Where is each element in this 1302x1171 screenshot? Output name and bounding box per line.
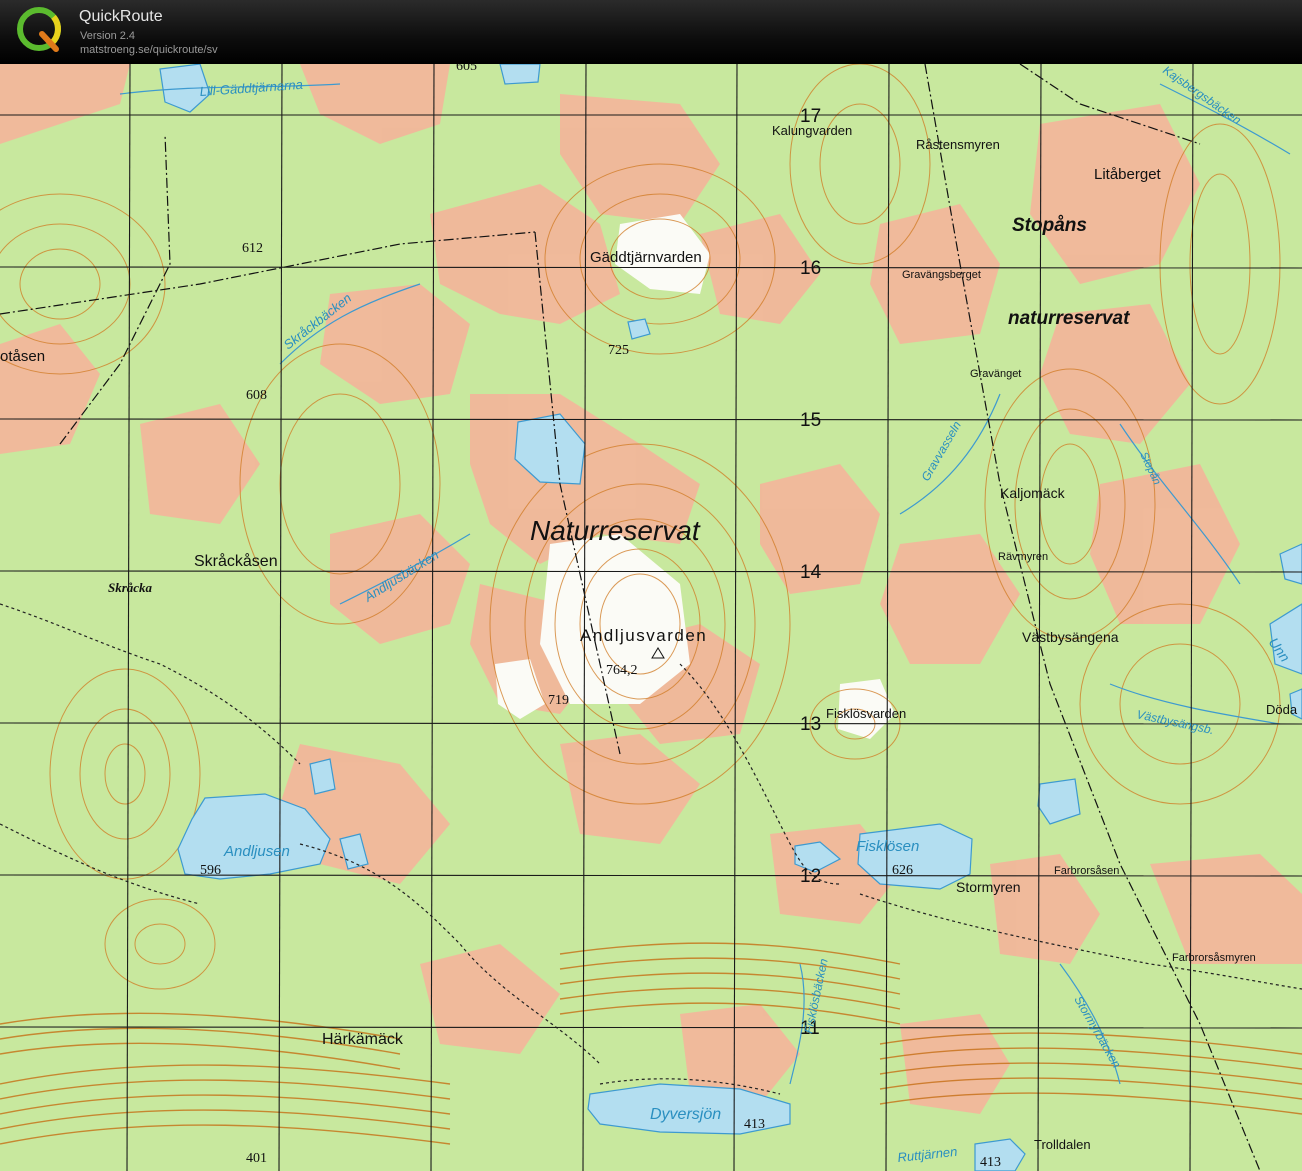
grid-number: 12: [800, 866, 821, 887]
water-label: Västbysängsb.: [1135, 707, 1215, 737]
water-label: Andljusen: [223, 843, 290, 860]
place-label: Skråckåsen: [194, 552, 278, 570]
elevation-label: 413: [980, 1155, 1001, 1170]
quickroute-window: QuickRoute Version 2.4 matstroeng.se/qui…: [0, 0, 1302, 1171]
place-label: Naturreservat: [530, 515, 701, 546]
place-label: Trolldalen: [1034, 1137, 1091, 1152]
elevation-label: 605: [456, 64, 477, 74]
elevation-label: 626: [892, 863, 913, 878]
place-label: Fisklösvarden: [826, 706, 906, 721]
elevation-label: 401: [246, 1151, 267, 1166]
place-label: Västbysängena: [1022, 629, 1119, 645]
place-label: naturreservat: [1008, 308, 1130, 329]
app-url[interactable]: matstroeng.se/quickroute/sv: [80, 44, 218, 56]
elevation-label: 596: [200, 863, 221, 878]
water-label: Gravvasseln: [918, 418, 964, 483]
elevation-label: 413: [744, 1117, 765, 1132]
place-label: Skråcka: [108, 580, 153, 595]
place-label: Stormyren: [956, 879, 1021, 895]
place-label: Stopåns: [1012, 215, 1087, 236]
app-name: QuickRoute: [79, 8, 163, 25]
elevation-label: 608: [246, 388, 267, 403]
place-label: Litåberget: [1094, 166, 1162, 183]
grid-number: 14: [800, 562, 822, 583]
place-label: Lill-Gäddtjärnarna: [199, 77, 303, 99]
grid-number: 13: [800, 714, 821, 735]
water-label: Ruttjärnen: [897, 1144, 958, 1165]
title-bar: QuickRoute Version 2.4 matstroeng.se/qui…: [0, 0, 1302, 64]
place-label: Kaljomäck: [1000, 485, 1066, 501]
elevation-label: 725: [608, 343, 629, 358]
place-label: Råstensmyren: [916, 137, 1000, 152]
place-label: Döda: [1266, 702, 1298, 717]
grid-number: 16: [800, 258, 821, 279]
grid-number: 15: [800, 410, 821, 431]
place-label: Andljusvarden: [580, 626, 707, 645]
place-label: Rävmyren: [998, 551, 1048, 563]
map-canvas: 17 16 15 14 13 12 11 Lill-Gäddtjärnarna …: [0, 64, 1302, 1171]
app-version: Version 2.4: [80, 30, 136, 42]
place-label: otåsen: [0, 348, 45, 365]
place-label: Kalungvarden: [772, 123, 852, 138]
place-label: Gravängsberget: [902, 269, 981, 281]
place-label: Gäddtjärnvarden: [590, 249, 702, 266]
place-label: Farbrorsåsen: [1054, 865, 1119, 877]
water-label: Stormyrbäcken: [1071, 994, 1124, 1071]
elevation-label: 719: [548, 693, 569, 708]
water-label: Fisklösen: [856, 838, 919, 855]
lake-fisklosen: [857, 823, 973, 890]
water-label: Fisklösbäcken: [801, 957, 831, 1035]
place-label: Gravänget: [970, 368, 1021, 380]
water-label: Dyversjön: [650, 1106, 721, 1123]
quickroute-logo-icon: [17, 7, 61, 52]
orienteering-map[interactable]: 17 16 15 14 13 12 11 Lill-Gäddtjärnarna …: [0, 64, 1302, 1171]
water-label: Kajsbergsbäcken: [1160, 64, 1244, 127]
place-label: Farbrorsåsmyren: [1172, 952, 1256, 964]
elevation-label: 764,2: [606, 663, 638, 678]
place-label: Härkämäck: [322, 1031, 404, 1048]
elevation-label: 612: [242, 241, 263, 256]
